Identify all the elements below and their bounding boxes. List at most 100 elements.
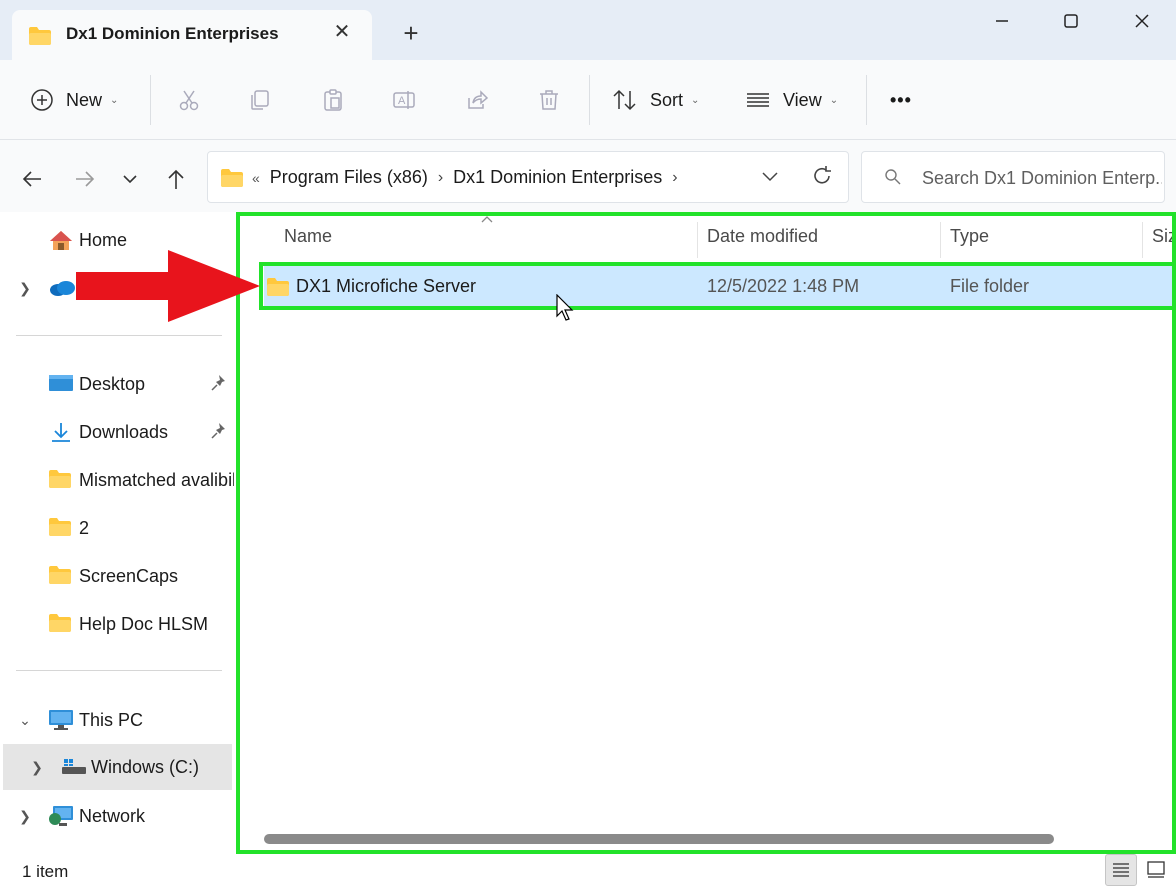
view-label: View: [783, 89, 822, 110]
column-header-type[interactable]: Type: [950, 226, 989, 247]
sidebar-item-label: Home: [79, 229, 128, 250]
sidebar-item-downloads[interactable]: Downloads: [0, 409, 234, 455]
breadcrumb-program-files[interactable]: Program Files (x86): [270, 167, 428, 188]
copy-icon[interactable]: [245, 85, 275, 115]
chevron-down-icon: ⌄: [110, 94, 119, 106]
divider: [866, 75, 867, 125]
sidebar-item-screencaps[interactable]: ScreenCaps: [0, 553, 234, 599]
divider: [589, 75, 590, 125]
pin-icon[interactable]: [210, 422, 228, 445]
search-icon: [884, 168, 902, 191]
command-bar: New ⌄ A Sort ⌄ View ⌄ •••: [0, 60, 1176, 140]
breadcrumb-overflow[interactable]: «: [252, 170, 260, 186]
mouse-cursor-icon: [556, 293, 574, 327]
column-divider[interactable]: [697, 222, 698, 258]
file-name[interactable]: DX1 Microfiche Server: [296, 276, 476, 297]
chevron-down-icon: ⌄: [691, 94, 700, 106]
new-button[interactable]: New ⌄: [30, 80, 118, 120]
rename-icon[interactable]: A: [390, 85, 420, 115]
view-button[interactable]: View ⌄: [745, 80, 838, 120]
horizontal-scrollbar-thumb[interactable]: [264, 834, 1054, 844]
folder-icon: [266, 277, 290, 302]
pin-icon[interactable]: [210, 374, 228, 397]
maximize-icon[interactable]: [1051, 6, 1091, 36]
refresh-icon[interactable]: [811, 165, 833, 192]
column-header-name[interactable]: Name: [284, 226, 332, 247]
chevron-down-icon[interactable]: ⌄: [16, 712, 34, 729]
sidebar-item-label: ScreenCaps: [79, 565, 179, 586]
file-list-pane: [240, 214, 1174, 850]
cut-icon[interactable]: [174, 85, 204, 115]
sidebar-item-label: 2: [79, 517, 90, 538]
sidebar-item-help-doc[interactable]: Help Doc HLSM: [0, 601, 234, 647]
minimize-icon[interactable]: [982, 6, 1022, 36]
chevron-right-icon[interactable]: ❯: [16, 280, 34, 297]
item-count: 1 item: [22, 862, 69, 881]
title-bar: Dx1 Dominion Enterprises ✕ +: [0, 0, 1176, 60]
large-icons-view-icon[interactable]: [1140, 854, 1172, 886]
view-lines-icon: [747, 93, 769, 107]
more-options-button[interactable]: •••: [890, 80, 912, 120]
sort-label: Sort: [650, 89, 684, 110]
sidebar-item-this-pc[interactable]: ⌄ This PC: [0, 697, 234, 743]
sidebar-item-windows-c[interactable]: ❯ Windows (C:): [3, 744, 232, 790]
onedrive-cloud-icon: [48, 277, 76, 302]
home-icon: [48, 229, 74, 256]
sort-icon: [613, 89, 636, 111]
sidebar-item-mismatched[interactable]: Mismatched avalibil: [0, 457, 234, 503]
sort-indicator-icon: [481, 212, 493, 226]
sidebar-item-label: Downloads: [79, 421, 169, 442]
drive-icon: [61, 756, 87, 781]
chevron-right-icon[interactable]: ❯: [16, 808, 34, 825]
column-header-date-modified[interactable]: Date modified: [707, 226, 818, 247]
column-divider[interactable]: [940, 222, 941, 258]
search-input[interactable]: Search Dx1 Dominion Enterp...: [861, 151, 1165, 203]
add-tab-button[interactable]: +: [396, 20, 426, 50]
folder-icon: [28, 26, 52, 51]
recent-locations-chevron-icon[interactable]: [115, 164, 145, 194]
address-bar[interactable]: « Program Files (x86) › Dx1 Dominion Ent…: [207, 151, 849, 203]
up-arrow-icon[interactable]: [161, 164, 191, 194]
folder-icon: [220, 168, 244, 193]
forward-arrow-icon[interactable]: [70, 164, 100, 194]
red-arrow-annotation: [76, 250, 260, 322]
chevron-right-icon[interactable]: ›: [438, 169, 443, 187]
sidebar-item-label: Mismatched avalibil: [79, 469, 234, 490]
computer-icon: [48, 709, 74, 736]
chevron-right-icon[interactable]: ❯: [28, 759, 46, 776]
chevron-down-icon: ⌄: [829, 94, 839, 106]
column-divider[interactable]: [1142, 222, 1143, 258]
folder-icon: [48, 517, 72, 542]
close-tab-icon[interactable]: ✕: [330, 20, 354, 44]
desktop-icon: [48, 373, 74, 398]
chevron-right-icon[interactable]: ›: [672, 169, 677, 187]
file-type: File folder: [950, 276, 1030, 296]
column-header-size[interactable]: Siz: [1152, 226, 1176, 247]
plus-circle-icon: [31, 89, 53, 111]
back-arrow-icon[interactable]: [17, 164, 47, 194]
address-row: « Program Files (x86) › Dx1 Dominion Ent…: [0, 140, 1176, 212]
breadcrumb: « Program Files (x86) › Dx1 Dominion Ent…: [252, 167, 688, 188]
address-dropdown-icon[interactable]: [760, 166, 780, 191]
breadcrumb-dx1-dominion[interactable]: Dx1 Dominion Enterprises: [453, 167, 662, 188]
details-view-icon[interactable]: [1105, 854, 1137, 886]
sidebar-divider: [16, 335, 222, 336]
folder-icon: [48, 565, 72, 590]
tab-dx1-dominion-enterprises[interactable]: Dx1 Dominion Enterprises ✕: [12, 10, 372, 60]
sidebar-item-network[interactable]: ❯ Network: [0, 793, 234, 839]
delete-icon[interactable]: [534, 85, 564, 115]
close-window-icon[interactable]: [1122, 6, 1162, 36]
divider: [150, 75, 151, 125]
share-icon[interactable]: [462, 85, 492, 115]
folder-icon: [48, 613, 72, 638]
sidebar-divider: [16, 670, 222, 671]
search-placeholder: Search Dx1 Dominion Enterp...: [922, 168, 1162, 188]
sidebar-item-desktop[interactable]: Desktop: [0, 361, 234, 407]
folder-icon: [48, 469, 72, 494]
sidebar-item-label: Windows (C:): [91, 756, 200, 777]
status-bar: 1 item: [0, 854, 1176, 887]
svg-text:A: A: [398, 95, 406, 107]
sidebar-item-2[interactable]: 2: [0, 505, 234, 551]
sort-button[interactable]: Sort ⌄: [612, 80, 699, 120]
paste-icon[interactable]: [318, 85, 348, 115]
